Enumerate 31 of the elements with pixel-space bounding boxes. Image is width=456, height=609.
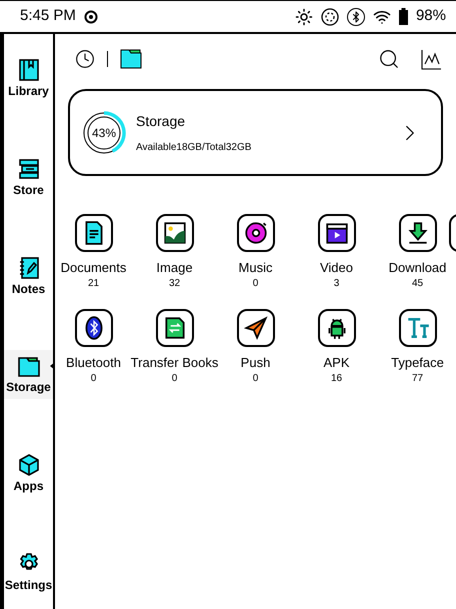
folder-icon bbox=[16, 354, 40, 378]
cube-icon bbox=[16, 453, 40, 478]
storage-detail: Available18GB/Total32GB bbox=[136, 140, 252, 154]
search-icon[interactable] bbox=[378, 48, 400, 70]
category-tile[interactable]: Typeface 77 bbox=[377, 308, 456, 386]
category-tile[interactable]: Documents 21 bbox=[55, 214, 134, 291]
circled-symbol-icon bbox=[84, 10, 98, 24]
brightness-icon bbox=[294, 8, 313, 26]
sync-circle-icon bbox=[320, 8, 339, 26]
category-tile[interactable]: Music 0 bbox=[215, 214, 296, 291]
battery-percent: 98% bbox=[416, 6, 446, 26]
picture-icon bbox=[162, 220, 188, 246]
category-tile[interactable]: Bluetooth 0 bbox=[55, 308, 134, 386]
storage-card[interactable]: 43% Storage Available18GB/Total32GB bbox=[68, 89, 443, 176]
paper-plane-icon bbox=[242, 314, 268, 341]
recent-clock-icon[interactable] bbox=[75, 49, 95, 69]
sidebar-item[interactable]: Storage bbox=[4, 350, 53, 400]
storage-title: Storage bbox=[136, 112, 186, 131]
category-tile[interactable]: Image 32 bbox=[134, 214, 215, 291]
vinyl-record-icon bbox=[242, 220, 268, 246]
battery-icon bbox=[398, 8, 408, 25]
bluetooth-icon bbox=[346, 8, 365, 26]
line-chart-icon[interactable] bbox=[420, 48, 442, 70]
category-tile[interactable]: Video 3 bbox=[296, 214, 377, 291]
books-stack-icon bbox=[16, 156, 40, 181]
folder-icon[interactable] bbox=[120, 49, 142, 69]
book-icon bbox=[16, 58, 40, 82]
storage-percent: 43% bbox=[90, 124, 118, 142]
clock-time: 5:45 PM bbox=[20, 6, 76, 26]
category-tile[interactable]: APK 16 bbox=[296, 308, 377, 386]
category-tile[interactable]: Download 45 bbox=[377, 214, 456, 291]
